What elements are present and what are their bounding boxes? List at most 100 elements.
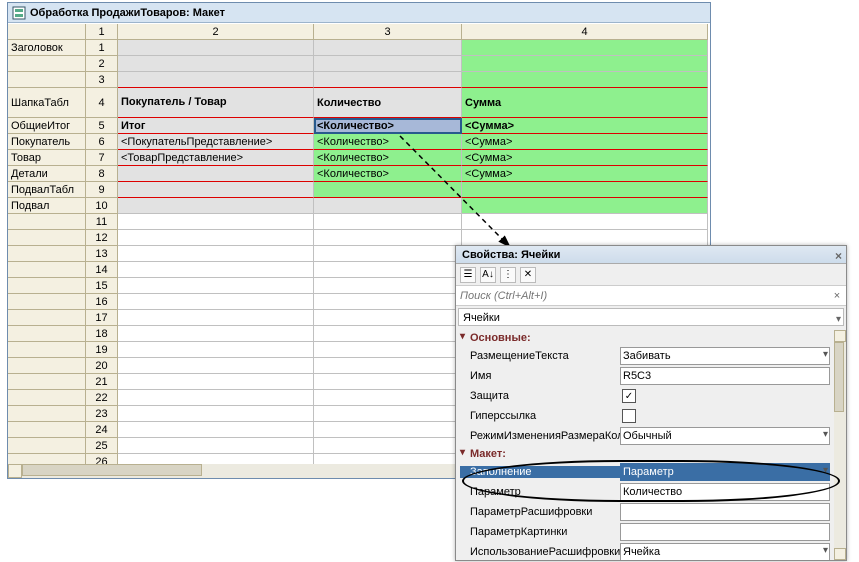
data-cell[interactable]: [314, 72, 462, 88]
sort-alpha-icon[interactable]: A↓: [480, 267, 496, 283]
property-group-header[interactable]: Макет:: [460, 446, 830, 462]
data-cell[interactable]: [118, 182, 314, 198]
row-number-cell[interactable]: 3: [86, 72, 118, 88]
data-cell[interactable]: <Сумма>: [462, 150, 708, 166]
close-icon[interactable]: ×: [835, 247, 842, 265]
row-number-cell[interactable]: 9: [86, 182, 118, 198]
data-cell[interactable]: [314, 246, 462, 262]
filter-icon[interactable]: ⋮: [500, 267, 516, 283]
clear-search-icon[interactable]: ×: [828, 290, 846, 302]
data-cell[interactable]: [314, 390, 462, 406]
data-cell[interactable]: [118, 422, 314, 438]
row-number-cell[interactable]: 26: [86, 454, 118, 464]
property-text-input[interactable]: Количество: [620, 483, 830, 501]
section-label-cell[interactable]: Покупатель: [8, 134, 86, 150]
section-label-cell[interactable]: Товар: [8, 150, 86, 166]
row-number-cell[interactable]: 17: [86, 310, 118, 326]
scroll-thumb[interactable]: [834, 342, 844, 412]
row-number-cell[interactable]: 4: [86, 88, 118, 118]
row-number-cell[interactable]: 21: [86, 374, 118, 390]
data-cell[interactable]: [118, 230, 314, 246]
data-cell[interactable]: <ПокупательПредставление>: [118, 134, 314, 150]
row-number-cell[interactable]: 2: [86, 56, 118, 72]
data-cell[interactable]: <Сумма>: [462, 118, 708, 134]
data-cell[interactable]: [118, 166, 314, 182]
data-cell[interactable]: [462, 214, 708, 230]
row-number-cell[interactable]: 22: [86, 390, 118, 406]
section-label-cell[interactable]: [8, 56, 86, 72]
section-label-cell[interactable]: [8, 454, 86, 464]
clear-icon[interactable]: ✕: [520, 267, 536, 283]
col-header-2[interactable]: 2: [118, 24, 314, 40]
data-cell[interactable]: [462, 198, 708, 214]
data-cell[interactable]: [314, 358, 462, 374]
section-label-cell[interactable]: [8, 262, 86, 278]
data-cell[interactable]: [118, 406, 314, 422]
data-cell[interactable]: [314, 438, 462, 454]
section-label-cell[interactable]: [8, 342, 86, 358]
window-title-bar[interactable]: Обработка ПродажиТоваров: Макет: [8, 3, 710, 23]
data-cell[interactable]: Количество: [314, 88, 462, 118]
data-cell[interactable]: [118, 262, 314, 278]
section-label-cell[interactable]: [8, 438, 86, 454]
row-number-cell[interactable]: 8: [86, 166, 118, 182]
data-cell[interactable]: [118, 438, 314, 454]
data-cell[interactable]: [314, 278, 462, 294]
data-cell[interactable]: <Сумма>: [462, 134, 708, 150]
data-cell[interactable]: [462, 72, 708, 88]
property-checkbox[interactable]: [620, 407, 830, 425]
col-header-1[interactable]: 1: [86, 24, 118, 40]
data-cell[interactable]: [118, 358, 314, 374]
data-cell[interactable]: [314, 374, 462, 390]
data-cell[interactable]: [314, 326, 462, 342]
row-number-cell[interactable]: 20: [86, 358, 118, 374]
data-cell[interactable]: Итог: [118, 118, 314, 134]
section-label-cell[interactable]: [8, 294, 86, 310]
section-label-cell[interactable]: [8, 326, 86, 342]
row-number-cell[interactable]: 14: [86, 262, 118, 278]
property-dropdown[interactable]: Параметр▾: [620, 463, 830, 481]
chevron-down-icon[interactable]: ▾: [836, 311, 841, 329]
chevron-down-icon[interactable]: ▾: [823, 465, 828, 476]
checkbox-icon[interactable]: ✓: [622, 389, 636, 403]
data-cell[interactable]: [314, 342, 462, 358]
properties-vertical-scrollbar[interactable]: [834, 330, 846, 560]
row-number-cell[interactable]: 19: [86, 342, 118, 358]
row-number-cell[interactable]: 13: [86, 246, 118, 262]
data-cell[interactable]: [462, 40, 708, 56]
scroll-thumb[interactable]: [22, 464, 202, 476]
property-text-input[interactable]: [620, 503, 830, 521]
data-cell[interactable]: [462, 230, 708, 246]
data-cell[interactable]: <ТоварПредставление>: [118, 150, 314, 166]
data-cell[interactable]: [314, 454, 462, 464]
data-cell[interactable]: [314, 56, 462, 72]
section-label-cell[interactable]: [8, 278, 86, 294]
data-cell[interactable]: [314, 182, 462, 198]
data-cell[interactable]: [314, 198, 462, 214]
data-cell[interactable]: [118, 390, 314, 406]
data-cell[interactable]: [314, 214, 462, 230]
section-label-cell[interactable]: [8, 246, 86, 262]
property-checkbox[interactable]: ✓: [620, 387, 830, 405]
data-cell[interactable]: <Количество>: [314, 166, 462, 182]
section-label-cell[interactable]: [8, 72, 86, 88]
section-label-cell[interactable]: Детали: [8, 166, 86, 182]
property-dropdown[interactable]: Ячейка▾: [620, 543, 830, 560]
data-cell[interactable]: <Количество>: [314, 134, 462, 150]
properties-breadcrumb[interactable]: Ячейки ▾: [458, 308, 844, 326]
data-cell[interactable]: [314, 310, 462, 326]
data-cell[interactable]: [314, 40, 462, 56]
row-number-cell[interactable]: 18: [86, 326, 118, 342]
row-number-cell[interactable]: 23: [86, 406, 118, 422]
chevron-down-icon[interactable]: ▾: [823, 545, 828, 556]
section-label-cell[interactable]: ПодвалТабл: [8, 182, 86, 198]
data-cell[interactable]: [314, 422, 462, 438]
data-cell[interactable]: [118, 214, 314, 230]
data-cell[interactable]: [462, 56, 708, 72]
data-cell[interactable]: [118, 374, 314, 390]
section-label-cell[interactable]: [8, 390, 86, 406]
row-number-cell[interactable]: 25: [86, 438, 118, 454]
col-header-4[interactable]: 4: [462, 24, 708, 40]
section-label-cell[interactable]: Подвал: [8, 198, 86, 214]
property-dropdown[interactable]: Обычный▾: [620, 427, 830, 445]
